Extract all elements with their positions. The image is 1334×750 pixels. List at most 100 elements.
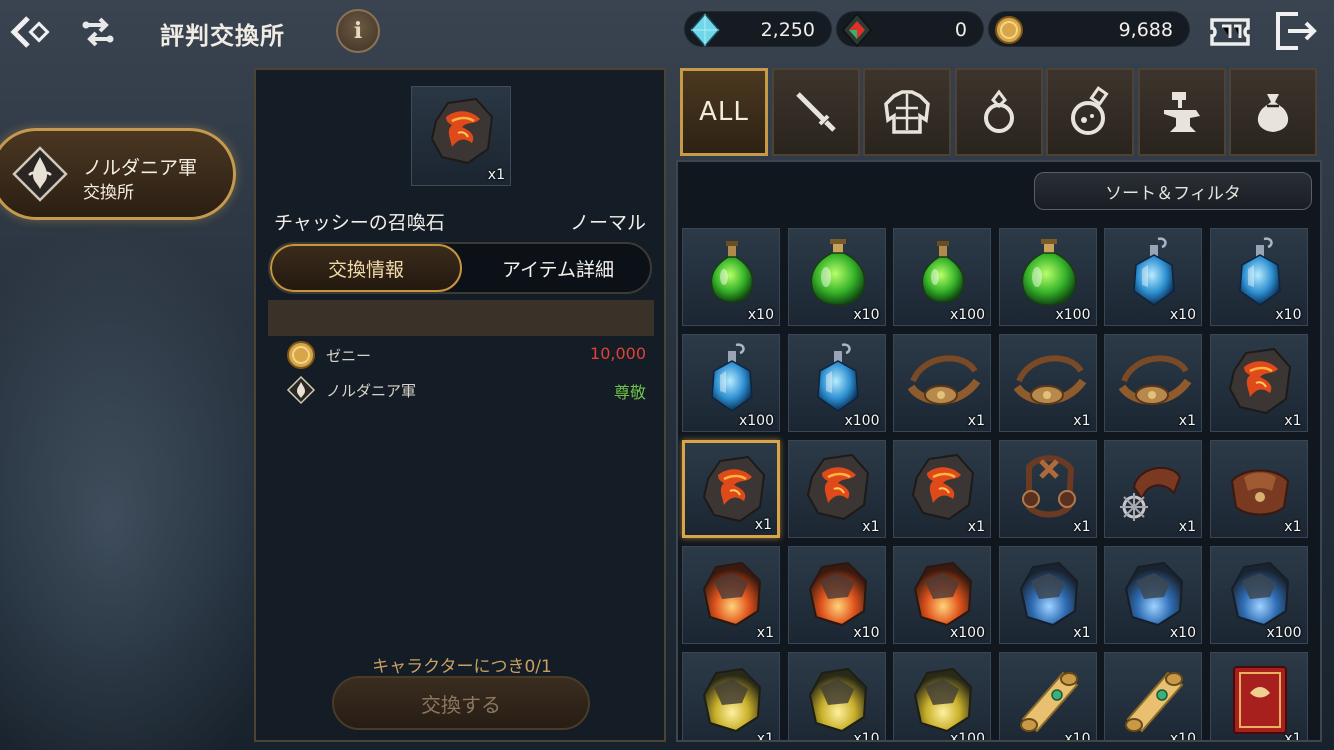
leather-harness-icon xyxy=(903,341,983,421)
item-slot[interactable]: x1 xyxy=(1209,334,1308,432)
item-qty: x1 xyxy=(1073,519,1091,535)
item-slot[interactable]: x1 xyxy=(787,440,886,538)
item-slot[interactable]: x1 xyxy=(1104,334,1202,432)
item-slot[interactable]: x10 xyxy=(1104,228,1202,326)
item-slot[interactable]: x10 xyxy=(998,652,1097,742)
item-qty: x1 xyxy=(1178,519,1196,535)
item-slot[interactable]: x100 xyxy=(893,546,991,644)
item-slot[interactable]: x1 xyxy=(893,334,991,432)
gold-ore-icon xyxy=(903,659,983,739)
exchange-button[interactable]: 交換する xyxy=(332,676,590,730)
item-slot[interactable]: x1 xyxy=(1209,440,1308,538)
summon-stone-icon xyxy=(798,447,878,527)
requirement-reputation: ノルダニア軍 尊敬 xyxy=(286,375,646,405)
item-qty: x10 xyxy=(1169,731,1196,742)
requirement-value: 10,000 xyxy=(590,344,646,363)
item-slot[interactable]: x100 xyxy=(1209,546,1308,644)
blue-ore-icon xyxy=(1114,553,1194,633)
item-slot[interactable]: x10 xyxy=(787,546,886,644)
red-crystal-icon xyxy=(839,12,875,48)
blue-potion-icon xyxy=(1220,235,1300,315)
item-slot[interactable]: x1 xyxy=(1209,652,1308,742)
green-potion-large-icon xyxy=(1009,235,1089,315)
green-potion-large-icon xyxy=(798,235,878,315)
back-arrow-icon[interactable] xyxy=(8,10,52,54)
item-slot[interactable]: x10 xyxy=(787,652,886,742)
side-tab-label-2: 交換所 xyxy=(83,183,134,203)
item-qty: x1 xyxy=(967,413,985,429)
item-grid-panel: ソート＆フィルタ x10 x10 x100 x100 x10 x10 x100 x100 x1 x… xyxy=(676,160,1322,742)
page-title: 評判交換所 xyxy=(160,22,285,50)
item-slot[interactable]: x1 xyxy=(893,440,991,538)
item-qty: x1 xyxy=(862,519,880,535)
tab-materials[interactable] xyxy=(1229,68,1317,156)
tab-armor[interactable] xyxy=(863,68,951,156)
item-qty: x1 xyxy=(1073,625,1091,641)
item-slot[interactable]: x10 xyxy=(787,228,886,326)
item-name: チャッシーの召喚石 xyxy=(274,212,445,234)
item-slot[interactable]: x10 xyxy=(1104,546,1202,644)
tab-all[interactable]: ALL xyxy=(680,68,768,156)
item-qty: x10 xyxy=(853,307,880,323)
gold-ore-icon xyxy=(798,659,878,739)
item-slot[interactable]: x10 xyxy=(1104,652,1202,742)
side-tab-nordania-exchange[interactable]: ノルダニア軍 交換所 xyxy=(0,128,236,220)
item-slot[interactable]: x1 xyxy=(998,546,1097,644)
item-slot[interactable]: x1 xyxy=(998,440,1097,538)
blue-ore-icon xyxy=(1009,553,1089,633)
leather-harness-icon xyxy=(1009,341,1089,421)
item-qty: x10 xyxy=(1064,731,1091,742)
item-qty: x100 xyxy=(844,413,880,429)
info-button[interactable]: i xyxy=(336,9,380,53)
item-slot[interactable]: x1 xyxy=(682,652,780,740)
ticket-icon[interactable] xyxy=(1208,12,1252,52)
top-bar: 評判交換所 i 2,250 0 9,688 xyxy=(0,0,1334,62)
tab-consumables[interactable] xyxy=(1046,68,1134,156)
item-slot[interactable]: x100 xyxy=(787,334,886,432)
item-slot[interactable]: x10 xyxy=(1209,228,1308,326)
detail-tab-bar: 交換情報 アイテム詳細 xyxy=(268,242,652,294)
nordania-emblem-icon xyxy=(286,375,316,405)
item-slot[interactable]: x100 xyxy=(893,652,991,740)
sort-filter-button[interactable]: ソート＆フィルタ xyxy=(1034,172,1312,210)
item-slot[interactable]: x100 xyxy=(893,228,991,326)
saddle-icon xyxy=(1220,447,1300,527)
item-slot[interactable]: x1 xyxy=(1104,440,1202,538)
green-potion-small-icon xyxy=(692,235,772,315)
tab-accessories[interactable] xyxy=(955,68,1043,156)
summon-stone-icon xyxy=(1220,341,1300,421)
item-slot[interactable]: x1 xyxy=(998,334,1097,432)
armor-icon xyxy=(884,90,930,134)
tab-crafting[interactable] xyxy=(1138,68,1226,156)
item-qty: x10 xyxy=(747,307,774,323)
requirement-zeny: ゼニー 10,000 xyxy=(286,340,646,370)
exit-icon[interactable] xyxy=(1270,8,1320,54)
item-qty: x1 xyxy=(754,517,772,533)
item-qty: x10 xyxy=(1169,625,1196,641)
scroll-icon xyxy=(1009,659,1089,739)
fire-ore-icon xyxy=(798,553,878,633)
requirement-label: ノルダニア軍 xyxy=(326,382,417,400)
item-qty: x100 xyxy=(949,307,985,323)
item-slot[interactable]: x1 xyxy=(682,546,780,644)
swap-arrows-icon[interactable] xyxy=(78,12,118,52)
tab-weapons[interactable] xyxy=(772,68,860,156)
summon-stone-icon xyxy=(422,91,502,171)
item-slot[interactable]: x10 xyxy=(682,228,780,326)
item-slot[interactable]: x100 xyxy=(998,228,1097,326)
tab-item-details[interactable]: アイテム詳細 xyxy=(464,244,650,292)
zeny-amount: 9,688 xyxy=(1118,19,1173,41)
item-qty: x1 xyxy=(967,519,985,535)
item-slot[interactable]: x100 xyxy=(682,334,780,432)
item-qty: x1 xyxy=(1178,413,1196,429)
red-book-icon xyxy=(1220,659,1300,739)
item-qty: x10 xyxy=(1275,307,1302,323)
item-qty: x1 xyxy=(1284,731,1302,742)
item-qty: x10 xyxy=(1169,307,1196,323)
currency-blue-crystal: 2,250 xyxy=(684,11,832,47)
tab-all-label: ALL xyxy=(699,97,749,127)
item-qty: x1 xyxy=(756,625,774,641)
item-qty: x10 xyxy=(853,731,880,742)
item-slot[interactable]: x1 xyxy=(682,440,780,538)
tab-exchange-info[interactable]: 交換情報 xyxy=(270,244,462,292)
